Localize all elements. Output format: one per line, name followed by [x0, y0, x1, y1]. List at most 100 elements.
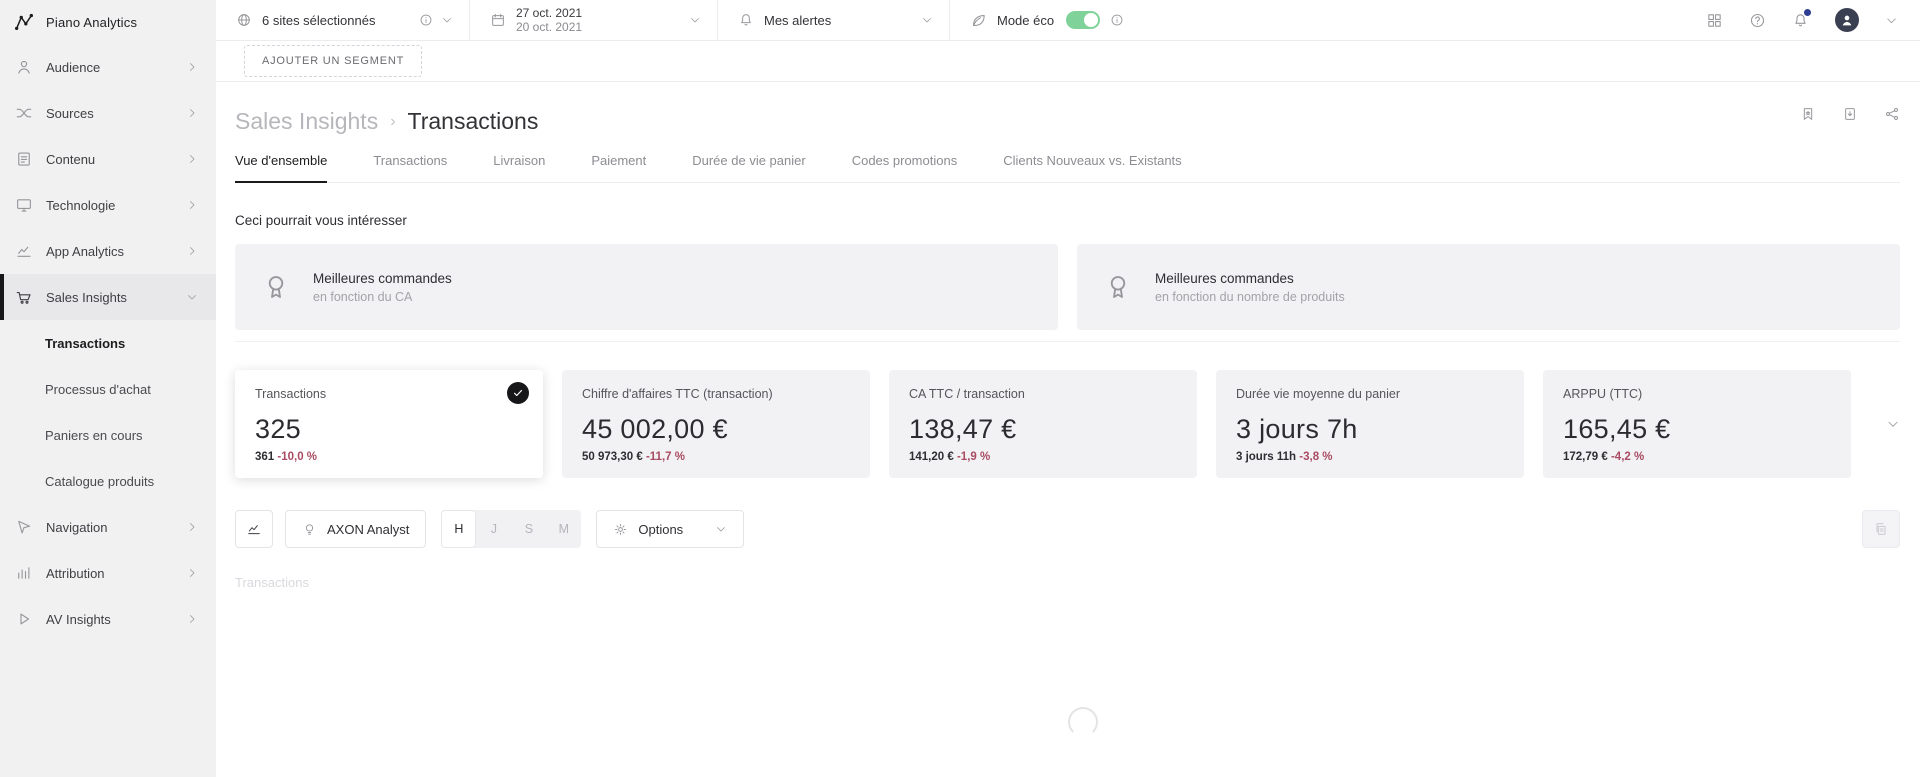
chevron-right-icon — [186, 613, 198, 625]
alerts-selector[interactable]: Mes alertes — [718, 0, 950, 40]
tab-vue-densemble[interactable]: Vue d'ensemble — [235, 153, 327, 183]
sidebar-item-catalogue-produits[interactable]: Catalogue produits — [0, 458, 216, 504]
sidebar-item-technologie[interactable]: Technologie — [0, 182, 216, 228]
sidebar: Piano Analytics Audience Sources Contenu… — [0, 0, 216, 777]
chevron-down-icon[interactable] — [1885, 14, 1898, 27]
kpi-change: -11,7 % — [646, 451, 685, 463]
site-selector-label: 6 sites sélectionnés — [262, 13, 375, 28]
sidebar-item-paniers-en-cours[interactable]: Paniers en cours — [0, 412, 216, 458]
suggestion-subtitle: en fonction du CA — [313, 290, 452, 304]
chevron-right-icon — [186, 567, 198, 579]
kpi-previous: 50 973,30 € — [582, 451, 643, 463]
chevron-down-icon[interactable] — [1886, 417, 1900, 431]
content-icon — [15, 150, 33, 168]
tab-duree-de-vie-panier[interactable]: Durée de vie panier — [692, 153, 805, 182]
date-range-line1: 27 oct. 2021 — [516, 6, 582, 20]
tab-livraison[interactable]: Livraison — [493, 153, 545, 182]
kpi-change: -4,2 % — [1611, 451, 1644, 463]
granularity-hour[interactable]: H — [441, 510, 476, 548]
segment-bar: AJOUTER UN SEGMENT — [216, 41, 1920, 82]
sidebar-item-processus-achat[interactable]: Processus d'achat — [0, 366, 216, 412]
tab-paiement[interactable]: Paiement — [591, 153, 646, 182]
eco-mode-toggle[interactable] — [1066, 11, 1100, 29]
add-segment-button[interactable]: AJOUTER UN SEGMENT — [244, 45, 422, 77]
kpi-card-transactions[interactable]: Transactions 325 361 -10,0 % — [235, 370, 543, 478]
info-icon[interactable] — [1110, 13, 1124, 27]
app-logo[interactable]: Piano Analytics — [0, 0, 216, 44]
granularity-week[interactable]: S — [511, 510, 546, 548]
chevron-right-icon — [186, 199, 198, 211]
chevron-right-icon: › — [390, 113, 395, 131]
site-selector[interactable]: 6 sites sélectionnés — [216, 0, 470, 40]
copy-icon — [1873, 521, 1889, 537]
kpi-change: -3,8 % — [1299, 451, 1332, 463]
help-icon[interactable] — [1749, 12, 1766, 29]
loading-spinner — [1068, 707, 1098, 737]
tab-transactions[interactable]: Transactions — [373, 153, 447, 182]
user-avatar[interactable] — [1835, 8, 1859, 32]
sidebar-item-sources[interactable]: Sources — [0, 90, 216, 136]
notification-dot — [1804, 9, 1811, 16]
kpi-value: 3 jours 7h — [1236, 414, 1504, 445]
bulb-icon — [302, 522, 317, 537]
av-insights-icon — [15, 610, 33, 628]
sidebar-item-audience[interactable]: Audience — [0, 44, 216, 90]
chart-type-button[interactable] — [235, 510, 273, 548]
gear-icon — [613, 522, 628, 537]
axon-analyst-button[interactable]: AXON Analyst — [285, 510, 426, 548]
kpi-value: 138,47 € — [909, 414, 1177, 445]
suggestion-title: Meilleures commandes — [1155, 271, 1345, 286]
tab-codes-promotions[interactable]: Codes promotions — [852, 153, 958, 182]
sidebar-item-contenu[interactable]: Contenu — [0, 136, 216, 182]
navigation-icon — [15, 518, 33, 536]
granularity-day[interactable]: J — [476, 510, 511, 548]
copy-button[interactable] — [1862, 510, 1900, 548]
chevron-down-icon — [715, 523, 727, 535]
chart-title: Transactions — [235, 575, 1900, 590]
granularity-selector: H J S M — [441, 510, 581, 548]
tab-clients-nouveaux-vs-existants[interactable]: Clients Nouveaux vs. Existants — [1003, 153, 1181, 182]
info-icon[interactable] — [419, 13, 433, 27]
granularity-month[interactable]: M — [546, 510, 581, 548]
alerts-label: Mes alertes — [764, 13, 831, 28]
bookmark-star-icon[interactable] — [1800, 106, 1816, 122]
chevron-right-icon — [186, 107, 198, 119]
kpi-card-arppu[interactable]: ARPPU (TTC) 165,45 € 172,79 € -4,2 % — [1543, 370, 1851, 478]
date-range-line2: 20 oct. 2021 — [516, 20, 582, 34]
piano-analytics-logo-icon — [13, 11, 35, 33]
kpi-card-duree-vie-panier[interactable]: Durée vie moyenne du panier 3 jours 7h 3… — [1216, 370, 1524, 478]
notifications-bell-icon[interactable] — [1792, 12, 1809, 29]
kpi-previous: 361 — [255, 451, 274, 463]
bell-icon — [738, 12, 754, 28]
sidebar-item-app-analytics[interactable]: App Analytics — [0, 228, 216, 274]
attribution-icon — [15, 564, 33, 582]
app-name: Piano Analytics — [46, 15, 137, 30]
medal-icon — [261, 272, 291, 302]
date-range-picker[interactable]: 27 oct. 2021 20 oct. 2021 — [470, 0, 718, 40]
selected-check-icon — [507, 382, 529, 404]
sidebar-item-transactions[interactable]: Transactions — [0, 320, 216, 366]
kpi-row: Transactions 325 361 -10,0 % Chiffre d'a… — [235, 370, 1900, 478]
eco-mode-section: Mode éco — [950, 0, 1148, 40]
tab-bar: Vue d'ensemble Transactions Livraison Pa… — [235, 153, 1900, 183]
page-title: Transactions — [408, 108, 539, 135]
export-doc-icon[interactable] — [1842, 106, 1858, 122]
sidebar-item-navigation[interactable]: Navigation — [0, 504, 216, 550]
globe-icon — [236, 12, 252, 28]
chevron-down-icon — [441, 14, 453, 26]
kpi-change: -10,0 % — [277, 451, 317, 463]
sidebar-item-attribution[interactable]: Attribution — [0, 550, 216, 596]
kpi-card-chiffre-affaires[interactable]: Chiffre d'affaires TTC (transaction) 45 … — [562, 370, 870, 478]
share-icon[interactable] — [1884, 106, 1900, 122]
suggestion-card-meilleures-commandes-ca[interactable]: Meilleures commandes en fonction du CA — [235, 244, 1058, 330]
options-button[interactable]: Options — [596, 510, 744, 548]
chevron-right-icon — [186, 153, 198, 165]
breadcrumb-section[interactable]: Sales Insights — [235, 108, 378, 135]
kpi-card-ca-ttc-transaction[interactable]: CA TTC / transaction 138,47 € 141,20 € -… — [889, 370, 1197, 478]
main-content: Sales Insights › Transactions Vue d'ense… — [216, 82, 1920, 777]
sidebar-item-av-insights[interactable]: AV Insights — [0, 596, 216, 642]
sidebar-item-sales-insights[interactable]: Sales Insights — [0, 274, 216, 320]
apps-grid-icon[interactable] — [1706, 12, 1723, 29]
app-analytics-icon — [15, 242, 33, 260]
suggestion-card-meilleures-commandes-produits[interactable]: Meilleures commandes en fonction du nomb… — [1077, 244, 1900, 330]
